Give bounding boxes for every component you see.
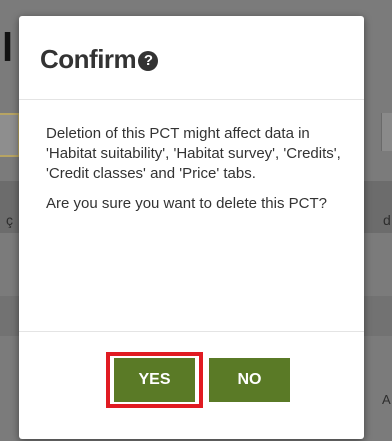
- dialog-footer: YES NO: [19, 331, 364, 439]
- dialog-title: Confirm: [40, 44, 137, 74]
- deletion-warning-text: Deletion of this PCT might affect data i…: [46, 125, 341, 182]
- dialog-body: Deletion of this PCT might affect data i…: [19, 100, 364, 330]
- background-glyph-bottom-right: A: [382, 392, 391, 407]
- yes-button[interactable]: YES: [114, 358, 195, 402]
- help-icon[interactable]: ?: [138, 50, 159, 71]
- background-glyph-right: d: [383, 212, 391, 228]
- background-glyph-left: ç: [6, 212, 13, 228]
- dialog-header: Confirm ?: [19, 16, 364, 100]
- no-button[interactable]: NO: [209, 358, 290, 402]
- dialog-title-group: Confirm ?: [40, 44, 159, 75]
- confirm-dialog: Confirm ? Deletion of this PCT might aff…: [19, 16, 364, 439]
- background-heading-fragment: l: [2, 26, 13, 70]
- background-input-fragment: [0, 113, 20, 157]
- confirmation-question-text: Are you sure you want to delete this PCT…: [46, 195, 327, 212]
- background-right-control: [381, 113, 392, 151]
